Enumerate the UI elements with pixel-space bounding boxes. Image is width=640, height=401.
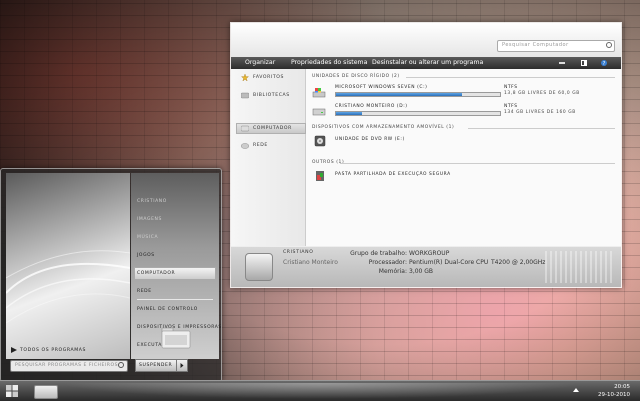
memory-label: Memória: [378,268,407,275]
processor-label: Processador: [368,259,407,266]
start-item-control-panel[interactable]: Painel de Controlo [137,307,198,312]
shutdown-label: Suspender [139,363,173,368]
windows-drive-icon[interactable] [312,87,326,99]
computer-name: Cristiano [283,250,314,255]
computer-icon [241,125,249,132]
preview-pane-icon[interactable] [581,60,587,66]
taskbar-clock[interactable]: 20:05 29-10-2010 [598,383,630,399]
start-item-games[interactable]: Jogos [137,253,155,258]
drive-d-free: 134 GB livres de 160 GB [504,110,576,115]
processor-value: Pentium(R) Dual-Core CPU [409,259,489,266]
system-properties-button[interactable]: Propriedades do sistema [291,59,367,66]
nav-item-label: Rede [253,143,268,148]
navigation-pane: Favoritos Bibliotecas Computador Rede [231,69,306,269]
details-pane: Cristiano Cristiano Monteiro Grupo de tr… [231,246,621,287]
clock-date: 29-10-2010 [598,392,630,398]
group-divider [406,77,615,78]
drive-c-usage-bar [335,92,501,97]
shutdown-options-button[interactable] [176,359,188,372]
decorative-bars [545,251,615,283]
workgroup-label: Grupo de trabalho: [350,250,407,257]
drive-c-fs: NTFS [504,85,518,90]
drive-d-fs: NTFS [504,104,518,109]
arrow-right-icon [11,347,17,353]
hard-drive-icon[interactable] [312,105,326,117]
library-icon [241,92,249,99]
organize-button[interactable]: Organizar [245,59,275,66]
uninstall-program-button[interactable]: Desinstalar ou alterar um programa [372,59,483,66]
start-orb-icon[interactable] [5,384,19,398]
start-item-user[interactable]: Cristiano [137,199,167,204]
workgroup-value: WORKGROUP [409,250,450,257]
drive-d-usage-bar [335,111,501,116]
start-menu-programs-pane: Todos os Programas [6,173,130,359]
explorer-header: Pesquisar Computador [231,23,621,57]
taskbar-explorer-button[interactable] [34,385,58,399]
view-options-icon[interactable] [559,60,565,66]
tray-arrow-icon[interactable] [573,387,579,393]
group-divider [468,128,615,129]
taskbar-gloss [60,383,580,399]
arrow-right-icon [180,363,184,368]
group-divider [340,163,615,164]
explorer-toolbar: Organizar Propriedades do sistema Desins… [231,57,621,69]
star-icon [241,74,249,81]
help-icon[interactable]: ? [601,60,607,66]
drive-c-free: 13,8 GB livres de 60,0 GB [504,91,580,96]
dvd-drive-name[interactable]: Unidade de DVD RW (E:) [335,137,405,142]
nav-item-label: Favoritos [253,75,285,80]
processor-model: T4200 @ 2,00GHz [491,259,546,266]
explorer-search-input[interactable]: Pesquisar Computador [497,40,615,52]
user-name: Cristiano Monteiro [283,259,338,266]
shared-folder-icon[interactable] [314,170,328,182]
memory-value: 3,00 GB [409,268,434,275]
taskbar: 20:05 29-10-2010 [0,380,640,401]
content-pane: Unidades de Disco Rígido (2) Microsoft W… [306,69,621,269]
group-header-removable[interactable]: Dispositivos com Armazenamento Amovível … [312,125,454,130]
search-icon[interactable] [118,362,124,368]
nav-item-label: Computador [253,126,292,131]
dvd-drive-icon[interactable] [314,135,328,147]
network-icon [241,143,249,149]
drive-c-name[interactable]: Microsoft Windows Seven (C:) [335,85,428,90]
explorer-search-placeholder: Pesquisar Computador [502,42,569,48]
start-search-placeholder: Pesquisar programas e ficheiros [15,363,118,368]
drive-d-name[interactable]: Cristiano Monteiro (D:) [335,104,408,109]
start-search-input[interactable]: Pesquisar programas e ficheiros [10,360,128,372]
start-menu: Todos os Programas Pesquisar programas e… [0,168,222,382]
start-item-computer[interactable]: Computador [137,271,175,276]
start-item-network[interactable]: Rede [137,289,152,294]
all-programs-label: Todos os Programas [20,348,87,353]
user-folder-icon [161,327,191,349]
svg-text:?: ? [603,61,606,66]
nav-item-label: Bibliotecas [253,93,290,98]
group-header-hard-disks[interactable]: Unidades de Disco Rígido (2) [312,74,400,79]
shutdown-button[interactable]: Suspender [135,359,177,372]
start-item-pictures[interactable]: Imagens [137,217,162,222]
start-item-music[interactable]: Música [137,235,158,240]
computer-large-icon [245,253,273,281]
separator [137,299,213,300]
clock-time: 20:05 [614,384,630,390]
explorer-window: Pesquisar Computador Organizar Proprieda… [230,22,622,288]
wave-graphic [6,250,130,324]
all-programs-button[interactable]: Todos os Programas [11,347,87,353]
search-icon[interactable] [606,42,612,48]
shared-folder-name[interactable]: Pasta Partilhada de Execução Segura [335,172,451,177]
